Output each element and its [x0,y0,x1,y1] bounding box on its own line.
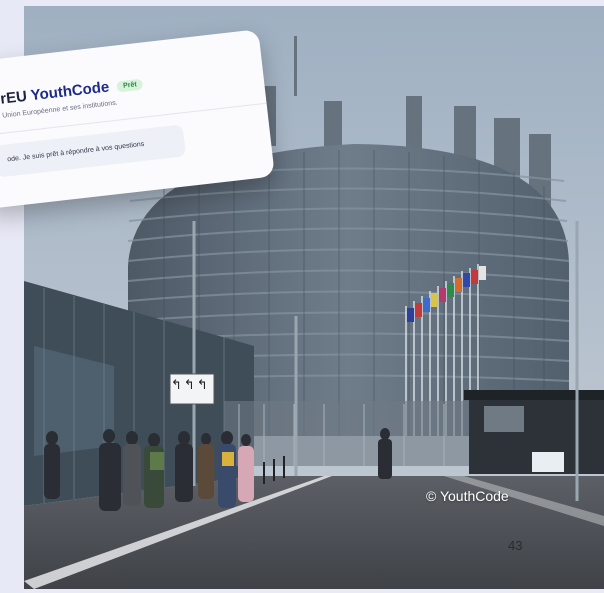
app-brand-name: YouthCode [29,78,111,105]
photo-credit: © YouthCode [426,488,509,504]
arrow-icon: ↰ [183,377,197,392]
arrow-icon: ↰ [171,377,184,392]
page-number: 43 [508,538,523,553]
app-title-prefix: rEU [0,87,32,108]
arrow-icon: ↰ [196,377,210,392]
direction-sign-arrows: ↰↰↰ [171,377,215,393]
chat-message-text: ode. Je suis prêt à répondre à vos quest… [6,140,145,164]
status-badge: Prêt [116,78,144,92]
chat-message-bubble: ode. Je suis prêt à répondre à vos quest… [0,124,187,178]
app-header: rEU YouthCode Prêt [0,75,144,108]
security-fence [224,401,479,466]
